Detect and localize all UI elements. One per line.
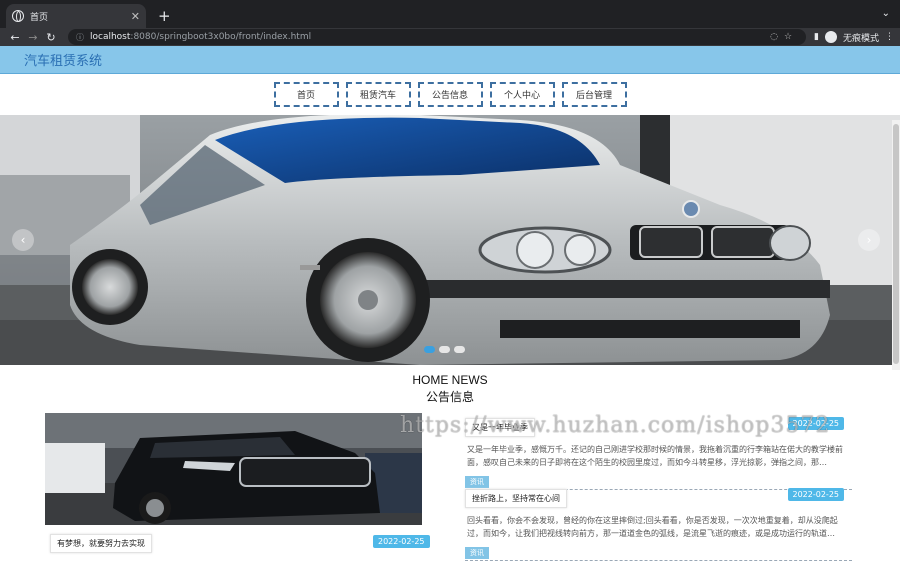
menu-icon[interactable]: ⋮ — [885, 32, 894, 42]
news-item-summary: 回头看看，你会不会发现，曾经的你在这里摔倒过;回头看看，你是否发现，一次次地重复… — [467, 516, 838, 538]
site-title: 汽车租赁系统 — [24, 54, 103, 69]
site-info-icon[interactable]: ⓘ — [76, 32, 84, 43]
close-tab-icon[interactable]: ✕ — [131, 10, 140, 23]
nav-profile[interactable]: 个人中心 — [489, 82, 555, 107]
carousel-dot-2[interactable] — [439, 346, 450, 353]
forward-icon[interactable]: → — [24, 31, 42, 44]
site-header: 汽车租赁系统 — [0, 46, 900, 74]
news-item-date: 2022-02-25 — [787, 417, 844, 430]
nav-admin[interactable]: 后台管理 — [561, 82, 627, 107]
news-item-date: 2022-02-25 — [787, 488, 844, 501]
news-item-divider — [465, 560, 852, 561]
incognito-icon[interactable] — [824, 31, 837, 43]
carousel-dot-1[interactable] — [424, 346, 435, 353]
section-title-cn: 公告信息 — [425, 390, 474, 404]
url-path: :8080/springboot3x0bo/front/index.html — [130, 32, 312, 42]
news-area: 有梦想，就要努力去实现 2022-02-25 又是一年毕业季 2022-02-2… — [0, 413, 900, 562]
side-panel-icon[interactable]: ▮ — [814, 32, 819, 42]
page-scrollbar[interactable] — [892, 120, 900, 370]
main-nav: 首页 租赁汽车 公告信息 个人中心 后台管理 — [0, 74, 900, 115]
nav-home[interactable]: 首页 — [273, 82, 339, 107]
featured-news-image[interactable] — [45, 413, 422, 525]
news-section-header: HOME NEWS 公告信息 — [0, 373, 900, 405]
scrollbar-thumb[interactable] — [893, 124, 899, 364]
incognito-label[interactable]: 无痕模式 — [843, 31, 879, 44]
browser-tab-bar: 首页 ✕ + ⌄ — [0, 0, 900, 28]
section-title-en: HOME NEWS — [412, 373, 488, 387]
featured-news-caption[interactable]: 有梦想，就要努力去实现 — [50, 534, 152, 553]
browser-tab[interactable]: 首页 ✕ — [6, 4, 146, 28]
banner-image-car — [0, 115, 900, 365]
carousel-prev-button[interactable]: ‹ — [12, 229, 34, 251]
news-item-title[interactable]: 挫折路上，坚持常在心间 — [465, 489, 567, 508]
url-host: localhost — [90, 32, 131, 42]
news-item-title[interactable]: 又是一年毕业季 — [465, 418, 535, 437]
carousel-dot-3[interactable] — [454, 346, 465, 353]
new-tab-button[interactable]: + — [158, 7, 171, 25]
featured-news-date: 2022-02-25 — [373, 535, 430, 548]
address-bar[interactable]: ⓘ localhost:8080/springboot3x0bo/front/i… — [68, 29, 807, 45]
tab-search-icon[interactable]: ⌄ — [882, 8, 890, 19]
news-item[interactable]: 挫折路上，坚持常在心间 2022-02-25 回头看看，你会不会发现，曾经的你在… — [465, 486, 852, 561]
nav-announcements[interactable]: 公告信息 — [417, 82, 483, 107]
back-icon[interactable]: ← — [6, 31, 24, 44]
news-item-tag[interactable]: 资讯 — [465, 547, 489, 559]
news-item[interactable]: 又是一年毕业季 2022-02-25 又是一年毕业季，感慨万千。还记的自己刚进学… — [465, 415, 852, 490]
nav-rent-car[interactable]: 租赁汽车 — [345, 82, 411, 107]
suv-photo — [45, 413, 422, 525]
bookmark-star-icon[interactable]: ◌☆ — [770, 32, 798, 42]
news-item-summary: 又是一年毕业季，感慨万千。还记的自己刚进学校那时候的情景，我拖着沉重的行李箱站在… — [467, 445, 843, 467]
banner-carousel[interactable]: ‹ › — [0, 115, 900, 365]
globe-icon — [12, 10, 24, 22]
carousel-indicators — [424, 346, 465, 353]
browser-toolbar: ← → ↻ ⓘ localhost:8080/springboot3x0bo/f… — [0, 28, 900, 46]
page: 汽车租赁系统 首页 租赁汽车 公告信息 个人中心 后台管理 ‹ › HOME N… — [0, 46, 900, 562]
reload-icon[interactable]: ↻ — [42, 31, 60, 44]
tab-title: 首页 — [30, 12, 49, 23]
carousel-next-button[interactable]: › — [858, 229, 880, 251]
